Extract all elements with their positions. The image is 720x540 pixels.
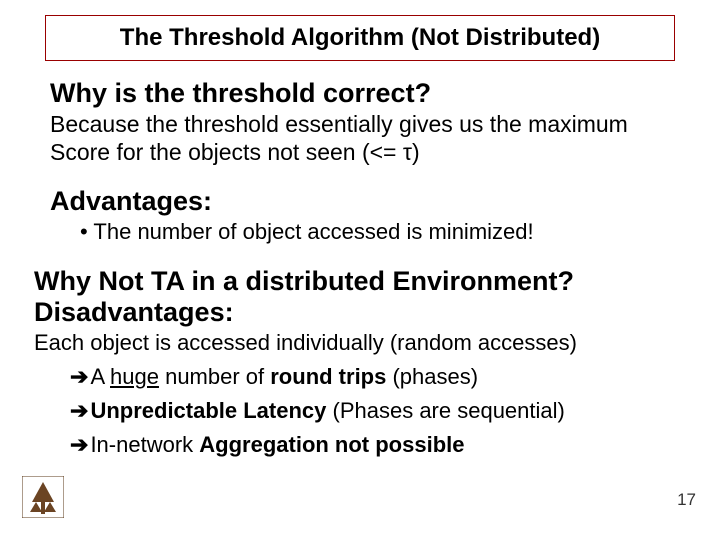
point-latency: ➔Unpredictable Latency (Phases are seque… (70, 398, 675, 424)
heading-advantages: Advantages: (50, 186, 675, 217)
heading-why-not-line2: Disadvantages: (34, 297, 234, 327)
body-disadvantages: Each object is accessed individually (ra… (34, 330, 675, 356)
slide-title: The Threshold Algorithm (Not Distributed… (120, 24, 600, 51)
body-why-correct: Because the threshold essentially gives … (50, 111, 675, 166)
bullet-advantages: • The number of object accessed is minim… (80, 219, 675, 245)
section-why-not-ta: Why Not TA in a distributed Environment?… (34, 266, 675, 458)
university-logo-icon (22, 476, 64, 518)
point-aggregation: ➔In-network Aggregation not possible (70, 432, 675, 458)
page-number: 17 (677, 490, 696, 510)
section-advantages: Advantages: • The number of object acces… (50, 186, 675, 245)
heading-why-correct: Why is the threshold correct? (50, 78, 675, 109)
arrow-icon: ➔ (70, 398, 88, 423)
section-why-correct: Why is the threshold correct? Because th… (50, 78, 675, 166)
point-round-trips: ➔A huge number of round trips (phases) (70, 364, 675, 390)
arrow-icon: ➔ (70, 432, 88, 457)
slide: The Threshold Algorithm (Not Distributed… (0, 0, 720, 540)
slide-title-box: The Threshold Algorithm (Not Distributed… (45, 15, 675, 61)
heading-why-not-line1: Why Not TA in a distributed Environment? (34, 266, 574, 296)
arrow-icon: ➔ (70, 364, 88, 389)
heading-why-not-ta: Why Not TA in a distributed Environment?… (34, 266, 675, 328)
